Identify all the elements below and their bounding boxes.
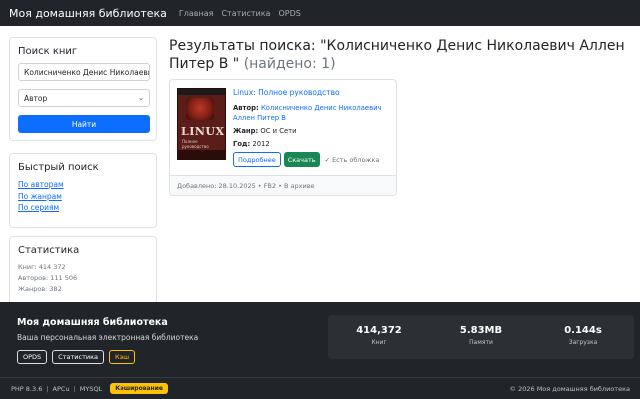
book-result-card: LINUX Полное руководство Linux: Полное р… [169, 79, 397, 196]
quick-link-series[interactable]: По сериям [18, 202, 148, 214]
footer-buttons: OPDS Статистика Кэш [17, 350, 140, 364]
quick-search-card: Быстрый поиск По авторам По жанрам По се… [9, 153, 157, 228]
footer-metrics: 414,372 Книг 5.83MB Памяти 0.144s Загруз… [328, 315, 634, 359]
chevron-down-icon: ⌄ [138, 94, 144, 102]
metric-books-value: 414,372 [356, 325, 402, 336]
search-button[interactable]: Найти [18, 115, 150, 133]
search-input[interactable]: Колисниченко Денис Николаевич [18, 63, 150, 81]
navbar: Моя домашняя библиотека Главная Статисти… [0, 0, 640, 26]
footer-opds-button[interactable]: OPDS [17, 350, 48, 364]
book-actions: Подробнее Скачать ✓ Есть обложка [233, 152, 393, 167]
book-genre-row: Жанр: ОС и Сети [233, 126, 393, 136]
book-title-link[interactable]: Linux: Полное руководство [233, 88, 393, 97]
metric-memory-label: Памяти [469, 339, 493, 346]
search-card: Поиск книг Колисниченко Денис Николаевич… [9, 37, 157, 141]
check-icon: ✓ [324, 155, 331, 164]
stats-card: Статистика Книг: 414 372 Авторов: 111 50… [9, 236, 157, 302]
nav-link-stats[interactable]: Статистика [221, 9, 270, 18]
book-author-row: Автор: Колисниченко Денис Николаевич Алл… [233, 103, 393, 123]
metric-memory-value: 5.83MB [459, 325, 503, 336]
book-info: Linux: Полное руководство Автор: Колисни… [233, 88, 393, 167]
cover-top-strip [178, 89, 225, 95]
bottom-bar: PHP 8.3.6 | APCu | MYSQL Кэширование © 2… [0, 377, 640, 399]
quick-link-genres[interactable]: По жанрам [18, 191, 148, 203]
details-button[interactable]: Подробнее [233, 152, 281, 167]
separator: | [46, 384, 49, 393]
footer-title: Моя домашняя библиотека [17, 317, 168, 328]
php-version: PHP 8.3.6 [11, 384, 43, 393]
results-title-text: Результаты поиска: "Колисниченко Денис Н… [169, 38, 625, 72]
metric-books: 414,372 Книг [328, 315, 430, 359]
footer-stats-button[interactable]: Статистика [52, 350, 104, 364]
quick-search-title: Быстрый поиск [18, 162, 99, 173]
cover-subtitle-text: Полное руководство [182, 139, 209, 149]
stats-books: Книг: 414 372 [18, 263, 66, 271]
genre-label: Жанр: [233, 127, 259, 135]
search-type-select[interactable]: Автор ⌄ [18, 89, 150, 107]
apcu-label: APCu [52, 384, 70, 393]
year-label: Год: [233, 140, 251, 148]
search-type-value: Автор [24, 93, 48, 103]
quick-link-authors[interactable]: По авторам [18, 179, 148, 191]
page-title: Результаты поиска: "Колисниченко Денис Н… [169, 37, 631, 73]
navbar-brand[interactable]: Моя домашняя библиотека [9, 7, 167, 20]
has-cover-text: Есть обложка [332, 155, 380, 164]
site-footer: Моя домашняя библиотека Ваша персональна… [0, 302, 640, 377]
separator: | [73, 384, 76, 393]
cover-illustration [186, 98, 214, 120]
metric-books-label: Книг [371, 339, 387, 346]
search-card-title: Поиск книг [18, 46, 78, 57]
stats-genres: Жанров: 382 [18, 285, 62, 293]
book-cover-image[interactable]: LINUX Полное руководство [177, 88, 226, 160]
cover-title-text: LINUX [181, 125, 225, 138]
has-cover-indicator: ✓ Есть обложка [325, 156, 380, 164]
book-card-footer: Добавлено: 28.10.2025 • FB2 • В архиве [170, 175, 396, 195]
nav-link-home[interactable]: Главная [179, 9, 214, 18]
genre-value: ОС и Сети [260, 127, 297, 135]
metric-load-value: 0.144s [564, 325, 602, 336]
results-count: (найдено: 1) [243, 56, 336, 72]
footer-description: Ваша персональная электронная библиотека [17, 333, 199, 342]
year-value: 2012 [252, 140, 270, 148]
metric-memory: 5.83MB Памяти [430, 315, 532, 359]
cover-bottom-strip [178, 150, 225, 159]
mysql-label: MYSQL [79, 384, 103, 393]
caching-badge: Кэширование [110, 383, 168, 394]
stats-authors: Авторов: 111 506 [18, 274, 78, 282]
author-label: Автор: [233, 104, 259, 112]
nav-link-opds[interactable]: OPDS [278, 9, 300, 18]
copyright: © 2026 Моя домашняя библиотека [509, 385, 630, 393]
metric-load-label: Загрузка [568, 339, 598, 346]
download-button[interactable]: Скачать [283, 152, 320, 167]
footer-cache-button[interactable]: Кэш [108, 350, 136, 364]
book-year-row: Год: 2012 [233, 139, 393, 149]
stats-title: Статистика [18, 245, 80, 256]
metric-load: 0.144s Загрузка [532, 315, 634, 359]
